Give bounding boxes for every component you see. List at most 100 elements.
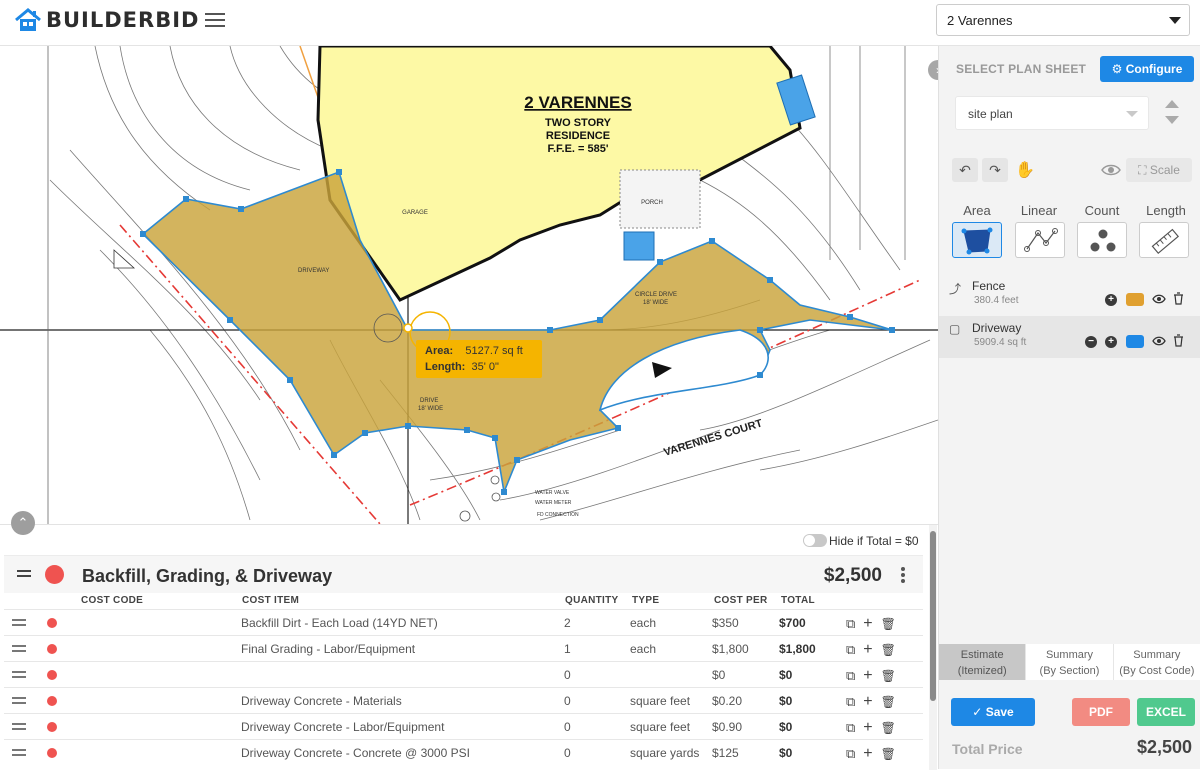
quantity-cell[interactable]: 1 [564, 642, 571, 656]
row-status-dot[interactable] [47, 644, 57, 654]
table-row[interactable]: Final Grading - Labor/Equipment 1 each $… [4, 635, 923, 661]
tab-summary-by-cost-code[interactable]: Summary (By Cost Code) [1113, 644, 1200, 680]
project-select[interactable]: 2 Varennes [936, 4, 1190, 36]
drag-handle-icon[interactable] [12, 619, 26, 629]
configure-button[interactable]: ⚙ Configure [1100, 56, 1194, 82]
undo-button[interactable]: ↶ [952, 158, 978, 182]
cost-item-cell[interactable]: Driveway Concrete - Concrete @ 3000 PSI [241, 746, 470, 760]
section-status-dot[interactable] [45, 565, 64, 584]
more-options-icon[interactable] [901, 567, 905, 585]
length-mode-button[interactable] [1139, 222, 1189, 258]
vertical-scrollbar[interactable] [929, 525, 937, 770]
add-icon[interactable]: + [1105, 294, 1117, 306]
row-status-dot[interactable] [47, 722, 57, 732]
row-status-dot[interactable] [47, 696, 57, 706]
layer-driveway[interactable]: ▢ Driveway 5909.4 sq ft − + [939, 316, 1200, 358]
next-sheet-icon[interactable] [1165, 116, 1179, 124]
redo-button[interactable]: ↷ [982, 158, 1008, 182]
hide-zero-toggle[interactable] [803, 534, 827, 547]
plan-sheet-select[interactable]: site plan [955, 96, 1149, 130]
trash-icon[interactable]: 🗑 [881, 643, 896, 657]
eye-icon[interactable] [1152, 294, 1166, 304]
type-cell[interactable]: square yards [630, 746, 699, 760]
menu-icon[interactable] [205, 10, 225, 30]
quantity-cell[interactable]: 0 [564, 720, 571, 734]
copy-icon[interactable]: ⧉ [846, 642, 855, 657]
pdf-button[interactable]: PDF [1072, 698, 1130, 726]
copy-icon[interactable]: ⧉ [846, 694, 855, 709]
drag-handle-icon[interactable] [12, 671, 26, 681]
quantity-cell[interactable]: 2 [564, 616, 571, 630]
eye-icon[interactable] [1101, 164, 1121, 176]
save-button[interactable]: ✓ Save [951, 698, 1035, 726]
area-mode-button[interactable] [952, 222, 1002, 258]
cost-item-cell[interactable]: Backfill Dirt - Each Load (14YD NET) [241, 616, 438, 630]
trash-icon[interactable]: 🗑 [881, 747, 896, 761]
type-cell[interactable]: each [630, 616, 656, 630]
pan-hand-icon[interactable]: ✋ [1015, 160, 1035, 180]
cost-per-cell[interactable]: $0 [712, 668, 725, 682]
drag-handle-icon[interactable] [12, 723, 26, 733]
quantity-cell[interactable]: 0 [564, 694, 571, 708]
layer-color-swatch[interactable] [1126, 335, 1144, 348]
scale-button[interactable]: ⛶ Scale [1126, 158, 1192, 182]
add-icon[interactable]: + [863, 745, 872, 762]
copy-icon[interactable]: ⧉ [846, 616, 855, 631]
section-title[interactable]: Backfill, Grading, & Driveway [82, 566, 332, 587]
add-icon[interactable]: + [863, 641, 872, 658]
cost-per-cell[interactable]: $0.90 [712, 720, 742, 734]
type-cell[interactable]: each [630, 642, 656, 656]
type-cell[interactable]: square feet [630, 694, 690, 708]
cost-per-cell[interactable]: $125 [712, 746, 739, 760]
table-row[interactable]: Driveway Concrete - Materials 0 square f… [4, 687, 923, 713]
count-mode-button[interactable] [1077, 222, 1127, 258]
scroll-thumb[interactable] [930, 531, 936, 701]
drag-handle-icon[interactable] [12, 749, 26, 759]
add-icon[interactable]: + [863, 667, 872, 684]
layer-fence[interactable]: ⤴ Fence 380.4 feet + [939, 274, 1200, 316]
brand-logo[interactable]: BUILDERBID [14, 7, 199, 33]
cost-per-cell[interactable]: $350 [712, 616, 739, 630]
linear-mode-button[interactable] [1015, 222, 1065, 258]
previous-sheet-icon[interactable] [1165, 100, 1179, 108]
copy-icon[interactable]: ⧉ [846, 720, 855, 735]
layer-color-swatch[interactable] [1126, 293, 1144, 306]
table-row[interactable]: Driveway Concrete - Labor/Equipment 0 sq… [4, 713, 923, 739]
trash-icon[interactable]: 🗑 [881, 669, 896, 683]
copy-icon[interactable]: ⧉ [846, 668, 855, 683]
cost-per-cell[interactable]: $1,800 [712, 642, 749, 656]
trash-icon[interactable]: 🗑 [881, 617, 896, 631]
quantity-cell[interactable]: 0 [564, 746, 571, 760]
expand-up-icon[interactable]: ⌃ [11, 511, 35, 535]
tab-summary-by-section[interactable]: Summary (By Section) [1026, 644, 1114, 680]
drag-handle-icon[interactable] [12, 697, 26, 707]
cost-item-cell[interactable]: Final Grading - Labor/Equipment [241, 642, 415, 656]
quantity-cell[interactable]: 0 [564, 668, 571, 682]
row-status-dot[interactable] [47, 748, 57, 758]
trash-icon[interactable]: 🗑 [881, 721, 896, 735]
trash-icon[interactable]: 🗑 [881, 695, 896, 709]
table-row[interactable]: Driveway Concrete - Concrete @ 3000 PSI … [4, 739, 923, 765]
drag-handle-icon[interactable] [17, 570, 31, 580]
table-row[interactable]: 0 $0 $0 ⧉ + 🗑 [4, 661, 923, 687]
type-cell[interactable]: square feet [630, 720, 690, 734]
trash-icon[interactable] [1173, 292, 1184, 305]
add-icon[interactable]: + [863, 719, 872, 736]
excel-button[interactable]: EXCEL [1137, 698, 1195, 726]
eye-icon[interactable] [1152, 336, 1166, 346]
add-icon[interactable]: + [863, 693, 872, 710]
plan-canvas[interactable]: 2 VARENNES TWO STORY RESIDENCE F.F.E. = … [0, 46, 938, 524]
remove-icon[interactable]: − [1085, 336, 1097, 348]
tab-estimate-itemized[interactable]: Estimate (Itemized) [939, 644, 1027, 680]
table-row[interactable]: Backfill Dirt - Each Load (14YD NET) 2 e… [4, 609, 923, 635]
cost-item-cell[interactable]: Driveway Concrete - Materials [241, 694, 402, 708]
row-status-dot[interactable] [47, 618, 57, 628]
add-icon[interactable]: + [863, 615, 872, 632]
trash-icon[interactable] [1173, 334, 1184, 347]
add-icon[interactable]: + [1105, 336, 1117, 348]
copy-icon[interactable]: ⧉ [846, 746, 855, 761]
row-status-dot[interactable] [47, 670, 57, 680]
drag-handle-icon[interactable] [12, 645, 26, 655]
cost-item-cell[interactable]: Driveway Concrete - Labor/Equipment [241, 720, 444, 734]
cost-per-cell[interactable]: $0.20 [712, 694, 742, 708]
